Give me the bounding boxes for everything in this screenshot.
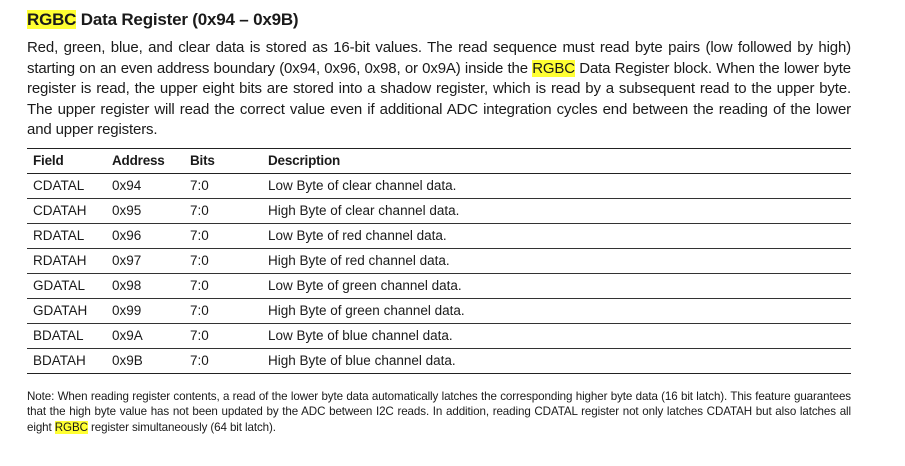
table-header-row: Field Address Bits Description [27,147,851,174]
note-paragraph: Note: When reading register contents, a … [27,389,851,436]
note-highlight: RGBC [54,420,88,434]
header-field: Field [27,147,106,174]
section-title: RGBC Data Register (0x94 – 0x9B) [27,8,851,32]
cell-address: 0x94 [106,173,184,199]
cell-field: RDATAH [27,248,106,274]
cell-description: High Byte of red channel data. [262,248,851,274]
cell-field: GDATAL [27,273,106,299]
note-text-2: register simultaneously (64 bit latch). [87,420,276,434]
cell-description: Low Byte of red channel data. [262,223,851,249]
table-row: RDATAH 0x97 7:0 High Byte of red channel… [27,248,851,274]
title-text: Data Register (0x94 – 0x9B) [76,10,299,29]
cell-address: 0x9A [106,323,184,349]
cell-address: 0x98 [106,273,184,299]
document-page: RGBC Data Register (0x94 – 0x9B) Red, gr… [27,8,851,447]
cell-description: Low Byte of clear channel data. [262,173,851,199]
cell-address: 0x9B [106,348,184,374]
table-row: BDATAH 0x9B 7:0 High Byte of blue channe… [27,348,851,374]
cell-field: CDATAH [27,198,106,224]
cell-description: High Byte of green channel data. [262,298,851,324]
cell-description: High Byte of clear channel data. [262,198,851,224]
cell-bits: 7:0 [184,348,262,374]
table-row: CDATAH 0x95 7:0 High Byte of clear chann… [27,198,851,224]
cell-address: 0x96 [106,223,184,249]
cell-address: 0x97 [106,248,184,274]
cell-field: BDATAH [27,348,106,374]
header-address: Address [106,147,184,174]
register-table: Field Address Bits Description CDATAL 0x… [27,147,851,374]
cell-bits: 7:0 [184,298,262,324]
cell-bits: 7:0 [184,248,262,274]
cell-field: CDATAL [27,173,106,199]
table-row: BDATAL 0x9A 7:0 Low Byte of blue channel… [27,323,851,349]
header-description: Description [262,147,851,174]
cell-description: High Byte of blue channel data. [262,348,851,374]
cell-description: Low Byte of green channel data. [262,273,851,299]
table-row: RDATAL 0x96 7:0 Low Byte of red channel … [27,223,851,249]
table-row: GDATAL 0x98 7:0 Low Byte of green channe… [27,273,851,299]
title-highlight: RGBC [27,10,77,29]
cell-field: BDATAL [27,323,106,349]
table-row: GDATAH 0x99 7:0 High Byte of green chann… [27,298,851,324]
cell-field: RDATAL [27,223,106,249]
table-row: CDATAL 0x94 7:0 Low Byte of clear channe… [27,173,851,199]
cell-bits: 7:0 [184,273,262,299]
cell-bits: 7:0 [184,323,262,349]
intro-paragraph: Red, green, blue, and clear data is stor… [27,38,851,141]
header-bits: Bits [184,147,262,174]
cell-bits: 7:0 [184,173,262,199]
cell-bits: 7:0 [184,223,262,249]
cell-bits: 7:0 [184,198,262,224]
cell-description: Low Byte of blue channel data. [262,323,851,349]
intro-highlight: RGBC [532,59,575,77]
cell-address: 0x95 [106,198,184,224]
cell-address: 0x99 [106,298,184,324]
cell-field: GDATAH [27,298,106,324]
